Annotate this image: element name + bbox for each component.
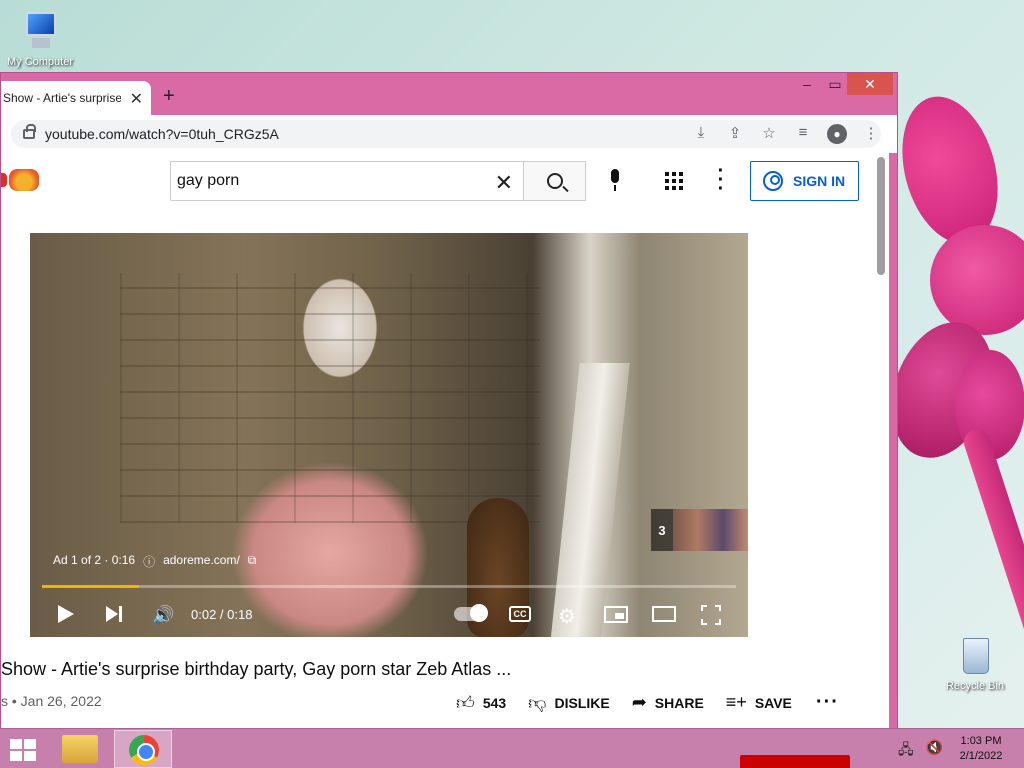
bookmark-star-icon[interactable]: ☆ [759, 124, 779, 144]
fullscreen-icon[interactable] [701, 605, 721, 625]
share-icon[interactable]: ⇪ [725, 124, 745, 144]
like-button[interactable]: 👍︎ 543 [456, 692, 506, 714]
playlist-add-icon: ≡+ [725, 692, 747, 712]
video-player[interactable]: Ad 1 of 2 · 0:16 ⓘ adoreme.com/ ⧉ 3 🔊 0:… [30, 233, 748, 637]
video-frame-brick-wall [120, 273, 540, 523]
dislike-button[interactable]: 👎︎ DISLIKE [528, 692, 610, 714]
more-actions-icon[interactable]: ··· [816, 691, 839, 714]
recycle-bin-icon [958, 632, 992, 678]
page-content: gay porn ✕ · · · SIGN IN Ad 1 of 2 · 0:16 … [1, 153, 889, 729]
taskbar: 🖧 🔇 1:03 PM 2/1/2022 [0, 728, 1024, 768]
player-controls: 🔊 0:02 / 0:18 CC ⚙ [30, 593, 748, 637]
next-icon[interactable] [106, 606, 124, 624]
youtube-header: gay porn ✕ · · · SIGN IN [1, 153, 877, 209]
search-button[interactable] [523, 161, 586, 201]
progress-fill [42, 585, 140, 588]
ad-url[interactable]: adoreme.com/ [163, 553, 240, 570]
clock[interactable]: 1:03 PM 2/1/2022 [950, 734, 1012, 764]
profile-icon[interactable]: ● [827, 124, 847, 144]
video-title: Show - Artie's surprise birthday party, … [1, 659, 512, 679]
ad-info: Ad 1 of 2 · 0:16 ⓘ adoreme.com/ ⧉ [53, 553, 256, 570]
captions-button[interactable]: CC [509, 606, 531, 622]
install-icon[interactable]: ⤓ [691, 124, 711, 144]
browser-tab[interactable]: Show - Artie's surprise ✕ [1, 81, 151, 115]
close-window-button[interactable]: ✕ [847, 73, 893, 95]
reading-list-icon[interactable]: ≡ [793, 124, 813, 144]
title-bar: Show - Artie's surprise ✕ + – ▭ ✕ [1, 73, 897, 115]
volume-icon[interactable]: 🔊 [152, 605, 174, 626]
search-icon [546, 173, 563, 189]
miniplayer-icon[interactable] [604, 606, 628, 623]
account-icon [763, 171, 783, 191]
file-explorer-icon[interactable] [62, 735, 98, 763]
desktop-icon-my-computer[interactable]: My Computer [0, 10, 80, 68]
theater-mode-icon[interactable] [652, 606, 676, 622]
info-icon[interactable]: ⓘ [143, 553, 155, 570]
video-meta: s • Jan 26, 2022 [1, 693, 102, 709]
clock-time: 1:03 PM [960, 735, 1002, 747]
sign-in-label: SIGN IN [793, 173, 846, 189]
address-bar: youtube.com/watch?v=0tuh_CRGz5A ⤓ ⇪ ☆ ≡ … [1, 115, 897, 153]
up-next-count: 3 [658, 522, 666, 538]
url-text[interactable]: youtube.com/watch?v=0tuh_CRGz5A [45, 126, 279, 142]
share-arrow-icon: ➦ [631, 692, 647, 712]
taskbar-chrome-button[interactable] [114, 730, 172, 768]
up-next-thumbnail [673, 509, 748, 551]
thumbs-down-icon: 👎︎ [528, 692, 547, 713]
tab-title: Show - Artie's surprise [3, 91, 121, 105]
dislike-label: DISLIKE [554, 694, 610, 711]
up-next-preview[interactable]: 3 [651, 509, 748, 551]
video-actions: 👍︎ 543 👎︎ DISLIKE ➦ SHARE ≡+ SAVE ··· [456, 691, 839, 714]
desktop-icon-label: Recycle Bin [945, 680, 1005, 692]
play-icon[interactable] [58, 605, 74, 623]
muted-speaker-icon[interactable]: 🔇 [926, 739, 943, 763]
close-tab-icon[interactable]: ✕ [130, 89, 143, 109]
maximize-button[interactable]: ▭ [821, 73, 849, 95]
ad-label: Ad 1 of 2 · 0:16 [53, 553, 136, 567]
subscribe-button-peek [740, 755, 850, 768]
time-display: 0:02 / 0:18 [191, 607, 253, 622]
clock-date: 2/1/2022 [959, 750, 1003, 762]
search-query: gay porn [177, 172, 240, 189]
browser-menu-icon[interactable]: ⋮ [861, 124, 881, 144]
thumbs-up-icon: 👍︎ [456, 692, 475, 713]
computer-icon [20, 10, 60, 54]
browser-window: Show - Artie's surprise ✕ + – ▭ ✕ youtub… [0, 72, 898, 729]
desktop-icon-recycle-bin[interactable]: Recycle Bin [935, 632, 1015, 692]
external-link-icon[interactable]: ⧉ [248, 553, 257, 570]
omnibox-actions: ⤓ ⇪ ☆ ≡ ● ⋮ [691, 124, 881, 144]
page-scrollbar[interactable] [877, 157, 885, 275]
microphone-icon[interactable] [603, 165, 627, 197]
progress-bar[interactable] [42, 585, 736, 588]
save-button[interactable]: ≡+ SAVE [726, 692, 792, 713]
clear-search-icon[interactable]: ✕ [495, 170, 513, 196]
chrome-icon [129, 735, 159, 765]
windows-start-icon[interactable] [10, 739, 36, 761]
sign-in-button[interactable]: SIGN IN [750, 161, 859, 201]
system-tray: 🖧 🔇 [898, 739, 943, 763]
settings-gear-icon[interactable]: ⚙ [558, 604, 576, 629]
like-count: 543 [482, 694, 507, 711]
search-input[interactable]: gay porn ✕ [170, 161, 524, 201]
save-label: SAVE [754, 694, 792, 711]
apps-grid-icon[interactable] [665, 172, 683, 190]
desktop-icon-label: My Computer [6, 56, 74, 68]
lock-icon[interactable] [23, 124, 36, 139]
omnibox[interactable]: youtube.com/watch?v=0tuh_CRGz5A ⤓ ⇪ ☆ ≡ … [11, 120, 881, 148]
autoplay-toggle[interactable] [454, 604, 488, 622]
youtube-logo-doodle[interactable] [1, 169, 41, 191]
new-tab-button[interactable]: + [163, 85, 175, 108]
minimize-button[interactable]: – [793, 73, 821, 95]
settings-menu-icon[interactable]: · · · [711, 161, 731, 199]
share-button[interactable]: ➦ SHARE [632, 692, 704, 713]
network-icon[interactable]: 🖧 [898, 739, 914, 763]
share-label: SHARE [654, 694, 704, 711]
wallpaper-petal [930, 225, 1024, 335]
